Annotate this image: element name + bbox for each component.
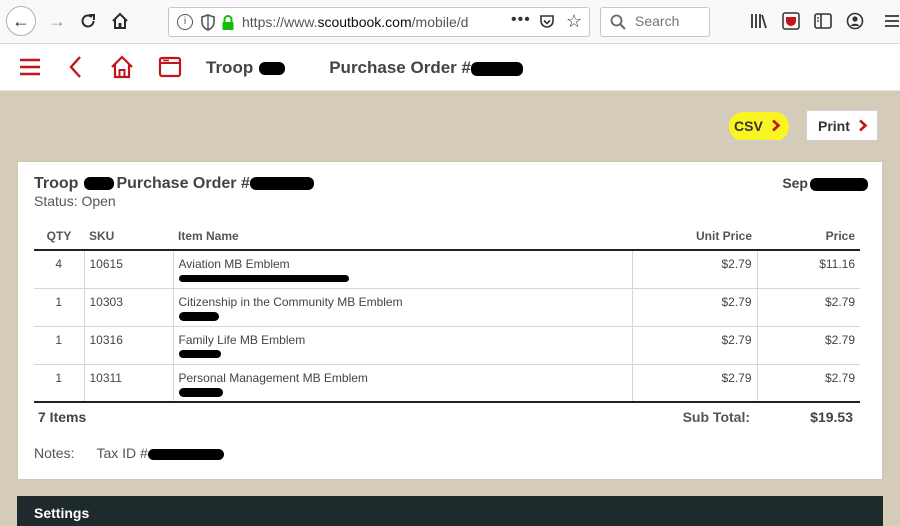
row-item: Family Life MB Emblem: [172, 326, 632, 365]
redaction-mark: [259, 62, 286, 76]
row-unit-price: $2.79: [631, 326, 757, 365]
forward-icon[interactable]: →: [42, 6, 72, 36]
settings-label: Settings: [34, 505, 90, 521]
redaction-mark: [249, 177, 314, 191]
page-title-prefix: Troop: [206, 58, 254, 77]
table-row: 1 10303 Citizenship in the Community MB …: [34, 288, 860, 327]
row-sku: 10615: [83, 250, 173, 289]
purchase-order-card: Troop Purchase Order # Status: Open Sep Q…: [17, 161, 883, 480]
chevron-right-icon: [772, 119, 781, 132]
row-item: Aviation MB Emblem: [172, 250, 632, 289]
row-item-name: Aviation MB Emblem: [178, 257, 290, 271]
sidebar-icon[interactable]: [814, 12, 832, 30]
url-path: /mobile/d: [411, 14, 469, 30]
row-item-name: Personal Management MB Emblem: [178, 370, 368, 385]
row-unit-price: $2.79: [631, 288, 757, 327]
pocket-icon[interactable]: [539, 14, 555, 30]
menu-icon[interactable]: [17, 54, 43, 80]
page-title-order: Purchase Order #: [329, 58, 471, 77]
info-icon[interactable]: i: [177, 14, 193, 30]
page-actions-icon[interactable]: •••: [511, 11, 531, 29]
subtotal-label: Sub Total:: [682, 409, 750, 425]
row-qty: 1: [34, 364, 84, 403]
search-input[interactable]: [635, 13, 705, 29]
redaction-mark: [178, 350, 221, 359]
row-item: Personal Management MB Emblem: [172, 364, 632, 403]
col-qty: QTY: [34, 224, 84, 251]
app-header: Troop Purchase Order #: [0, 44, 900, 91]
redaction-mark: [470, 61, 523, 76]
url-scheme: https://www.: [242, 14, 318, 30]
row-item: Citizenship in the Community MB Emblem: [172, 288, 632, 327]
tax-id-label: Tax ID #: [96, 445, 148, 461]
col-item-name: Item Name: [173, 224, 632, 251]
order-title: Troop Purchase Order #: [34, 175, 314, 193]
row-unit-price: $2.79: [631, 250, 757, 289]
bookmark-star-icon[interactable]: ☆: [566, 11, 582, 32]
home-icon[interactable]: [105, 6, 135, 36]
row-unit-price: $2.79: [631, 364, 757, 403]
row-sku: 10303: [83, 288, 173, 327]
account-icon[interactable]: [846, 12, 864, 30]
order-date: Sep: [782, 175, 868, 191]
order-date-prefix: Sep: [782, 175, 808, 191]
subtotal-value: $19.53: [810, 409, 853, 425]
lock-icon[interactable]: [221, 14, 235, 31]
row-qty: 1: [34, 326, 84, 365]
browser-toolbar: ← → i https://www.scoutbook.com/mobile/d…: [0, 0, 900, 44]
redaction-mark: [178, 387, 223, 397]
back-chevron-icon[interactable]: [64, 54, 90, 80]
row-price: $11.16: [756, 250, 860, 289]
row-item-name: Family Life MB Emblem: [178, 332, 306, 347]
row-sku: 10316: [83, 326, 173, 365]
home-icon[interactable]: [109, 54, 135, 80]
table-header-row: QTY SKU Item Name Unit Price Price: [34, 224, 860, 251]
row-sku: 10311: [83, 364, 173, 403]
search-box[interactable]: [600, 7, 710, 37]
items-count: 7 Items: [38, 409, 87, 425]
back-icon[interactable]: ←: [6, 6, 36, 36]
csv-button-label: CSV: [734, 117, 763, 134]
notes: Notes: Tax ID #: [34, 445, 224, 461]
pocket-list-icon[interactable]: [782, 12, 800, 30]
hamburger-menu-icon[interactable]: [883, 12, 900, 30]
redaction-mark: [810, 177, 868, 191]
table-row: 1 10316 Family Life MB Emblem $2.79 $2.7…: [34, 326, 860, 365]
row-price: $2.79: [756, 364, 860, 403]
url-text[interactable]: https://www.scoutbook.com/mobile/d: [242, 14, 497, 30]
notes-label: Notes:: [34, 445, 75, 461]
col-price: Price: [757, 224, 860, 251]
print-button[interactable]: Print: [806, 110, 878, 141]
order-title-number: Purchase Order #: [116, 175, 250, 192]
order-items-table: QTY SKU Item Name Unit Price Price 4 106…: [34, 224, 860, 403]
redaction-mark: [178, 275, 349, 283]
library-icon[interactable]: [750, 12, 768, 30]
col-unit-price: Unit Price: [632, 224, 757, 251]
row-price: $2.79: [756, 288, 860, 327]
order-status: Status: Open: [34, 193, 116, 209]
table-row: 1 10311 Personal Management MB Emblem $2…: [34, 364, 860, 403]
row-item-name: Citizenship in the Community MB Emblem: [178, 294, 403, 309]
table-row: 4 10615 Aviation MB Emblem $2.79 $11.16: [34, 250, 860, 289]
redaction-mark: [178, 311, 219, 321]
row-qty: 4: [34, 250, 84, 289]
tracking-protection-icon[interactable]: [201, 14, 215, 31]
chevron-right-icon: [859, 119, 868, 132]
print-button-label: Print: [818, 117, 850, 134]
url-host: scoutbook.com: [317, 14, 412, 30]
csv-button[interactable]: CSV: [722, 110, 791, 141]
redaction-mark: [147, 448, 224, 460]
search-icon: [610, 14, 626, 30]
redaction-mark: [84, 177, 115, 191]
row-price: $2.79: [756, 326, 860, 365]
col-sku: SKU: [84, 224, 173, 251]
reload-icon[interactable]: [73, 6, 103, 36]
address-bar[interactable]: i https://www.scoutbook.com/mobile/d •••…: [168, 7, 590, 37]
row-qty: 1: [34, 288, 84, 327]
page-title: Troop Purchase Order #: [206, 58, 523, 78]
window-icon[interactable]: [157, 54, 183, 80]
order-title-prefix: Troop: [34, 175, 79, 192]
